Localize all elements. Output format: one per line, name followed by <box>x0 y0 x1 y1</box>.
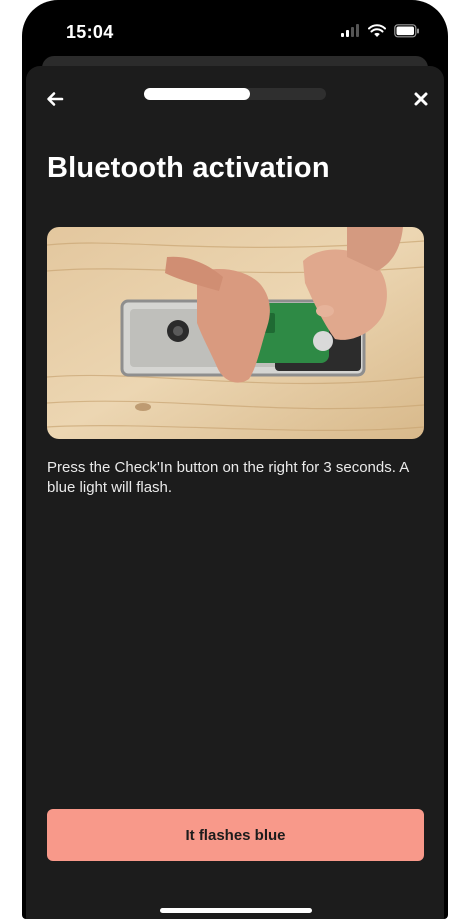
battery-icon <box>394 24 419 38</box>
status-icons <box>340 24 420 38</box>
top-navigation <box>26 82 444 118</box>
wifi-icon <box>368 24 386 37</box>
instruction-text: Press the Check'In button on the right f… <box>47 459 409 496</box>
progress-bar-fill <box>144 88 250 100</box>
close-icon <box>414 92 428 106</box>
home-indicator[interactable] <box>160 908 312 913</box>
arrow-left-icon <box>47 92 64 106</box>
progress-bar <box>144 88 326 100</box>
cellular-signal-icon <box>341 24 359 37</box>
phone-screen: 15:04 Bluetooth activation Press the Che… <box>22 0 448 919</box>
modal-sheet: Bluetooth activation Press the Check'In … <box>26 66 444 919</box>
wood-table-photo <box>47 227 424 439</box>
instruction-photo <box>47 227 424 439</box>
close-button[interactable] <box>406 84 436 114</box>
page-title: Bluetooth activation <box>47 152 330 184</box>
it-flashes-blue-button[interactable]: It flashes blue <box>47 809 424 861</box>
back-button[interactable] <box>40 84 70 114</box>
status-bar: 15:04 <box>22 0 448 60</box>
status-time: 15:04 <box>66 22 114 42</box>
